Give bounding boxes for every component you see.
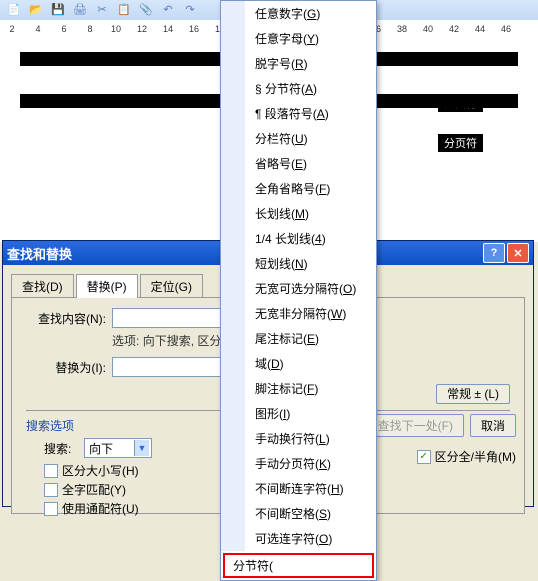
open-doc-icon[interactable]: 📂 [28, 2, 44, 16]
menu-item[interactable]: 长划线(M) [221, 201, 376, 226]
help-button[interactable]: ? [483, 243, 505, 263]
tab-find[interactable]: 查找(D) [11, 274, 74, 298]
menu-item[interactable]: 尾注标记(E) [221, 326, 376, 351]
menu-item[interactable]: 省略号(E) [221, 151, 376, 176]
close-button[interactable]: ✕ [507, 243, 529, 263]
menu-item[interactable]: 图形(I) [221, 401, 376, 426]
ruler-tick: 42 [449, 24, 459, 34]
save-doc-icon[interactable]: 💾 [50, 2, 66, 16]
find-label: 查找内容(N): [26, 310, 106, 327]
dialog-title: 查找和替换 [7, 244, 72, 263]
copy-icon[interactable]: 📋 [116, 2, 132, 16]
ruler-tick: 10 [111, 24, 121, 34]
whole-label: 全字匹配(Y) [62, 481, 126, 498]
menu-item[interactable]: 脱字号(R) [221, 51, 376, 76]
case-checkbox[interactable] [44, 464, 58, 478]
menu-item[interactable]: 短划线(N) [221, 251, 376, 276]
cancel-button[interactable]: 取消 [470, 414, 516, 437]
menu-item[interactable]: ¶ 段落符号(A) [221, 101, 376, 126]
ruler-tick: 46 [501, 24, 511, 34]
menu-item-highlighted[interactable]: 分节符( [223, 553, 374, 578]
menu-item[interactable]: 任意数字(G) [221, 1, 376, 26]
menu-item[interactable]: 手动换行符(L) [221, 426, 376, 451]
menu-item[interactable]: 域(D) [221, 351, 376, 376]
menu-item[interactable]: 全角省略号(F) [221, 176, 376, 201]
case-label: 区分大小写(H) [62, 462, 139, 479]
ruler-tick: 4 [35, 24, 40, 34]
print-doc-icon[interactable]: 🖨 [72, 2, 88, 16]
whole-checkbox[interactable] [44, 483, 58, 497]
replace-label: 替换为(I): [26, 359, 106, 376]
redo-icon[interactable]: ↷ [182, 2, 198, 16]
menu-item[interactable]: § 分节符(A) [221, 76, 376, 101]
find-input[interactable] [112, 308, 224, 328]
ruler-tick: 6 [61, 24, 66, 34]
ruler-tick: 16 [189, 24, 199, 34]
find-next-button[interactable]: 查找下一处(F) [367, 414, 464, 437]
menu-item[interactable]: 脚注标记(F) [221, 376, 376, 401]
menu-item[interactable]: 分栏符(U) [221, 126, 376, 151]
paste-icon[interactable]: 📎 [138, 2, 154, 16]
halfwidth-label: 区分全/半角(M) [435, 448, 516, 465]
page-break-marker-2: 分页符 [438, 134, 483, 152]
halfwidth-checkbox[interactable]: ✓ [417, 450, 431, 464]
undo-icon[interactable]: ↶ [160, 2, 176, 16]
menu-item[interactable]: 可选连字符(O) [221, 526, 376, 551]
tab-replace[interactable]: 替换(P) [76, 274, 138, 298]
ruler-tick: 14 [163, 24, 173, 34]
ruler-tick: 12 [137, 24, 147, 34]
chevron-down-icon: ▼ [134, 440, 149, 456]
ruler-tick: 8 [87, 24, 92, 34]
menu-item[interactable]: 1/4 长划线(4) [221, 226, 376, 251]
ruler-tick: 2 [9, 24, 14, 34]
menu-item[interactable]: 不间断空格(S) [221, 501, 376, 526]
menu-item[interactable]: 无宽非分隔符(W) [221, 301, 376, 326]
special-characters-menu: 任意数字(G)任意字母(Y)脱字号(R)§ 分节符(A)¶ 段落符号(A)分栏符… [220, 0, 377, 581]
search-direction-combo[interactable]: 向下 ▼ [84, 438, 152, 458]
menu-item[interactable]: 不间断连字符(H) [221, 476, 376, 501]
ruler-tick: 38 [397, 24, 407, 34]
cut-icon[interactable]: ✂ [94, 2, 110, 16]
menu-item[interactable]: 任意字母(Y) [221, 26, 376, 51]
new-doc-icon[interactable]: 📄 [6, 2, 22, 16]
replace-input[interactable] [112, 357, 224, 377]
tab-goto[interactable]: 定位(G) [140, 274, 203, 298]
ruler-tick: 44 [475, 24, 485, 34]
menu-item[interactable]: 无宽可选分隔符(O) [221, 276, 376, 301]
ruler-tick: 40 [423, 24, 433, 34]
search-label: 搜索: [44, 440, 84, 457]
normal-button[interactable]: 常规 ± (L) [436, 384, 510, 404]
menu-item[interactable]: 手动分页符(K) [221, 451, 376, 476]
